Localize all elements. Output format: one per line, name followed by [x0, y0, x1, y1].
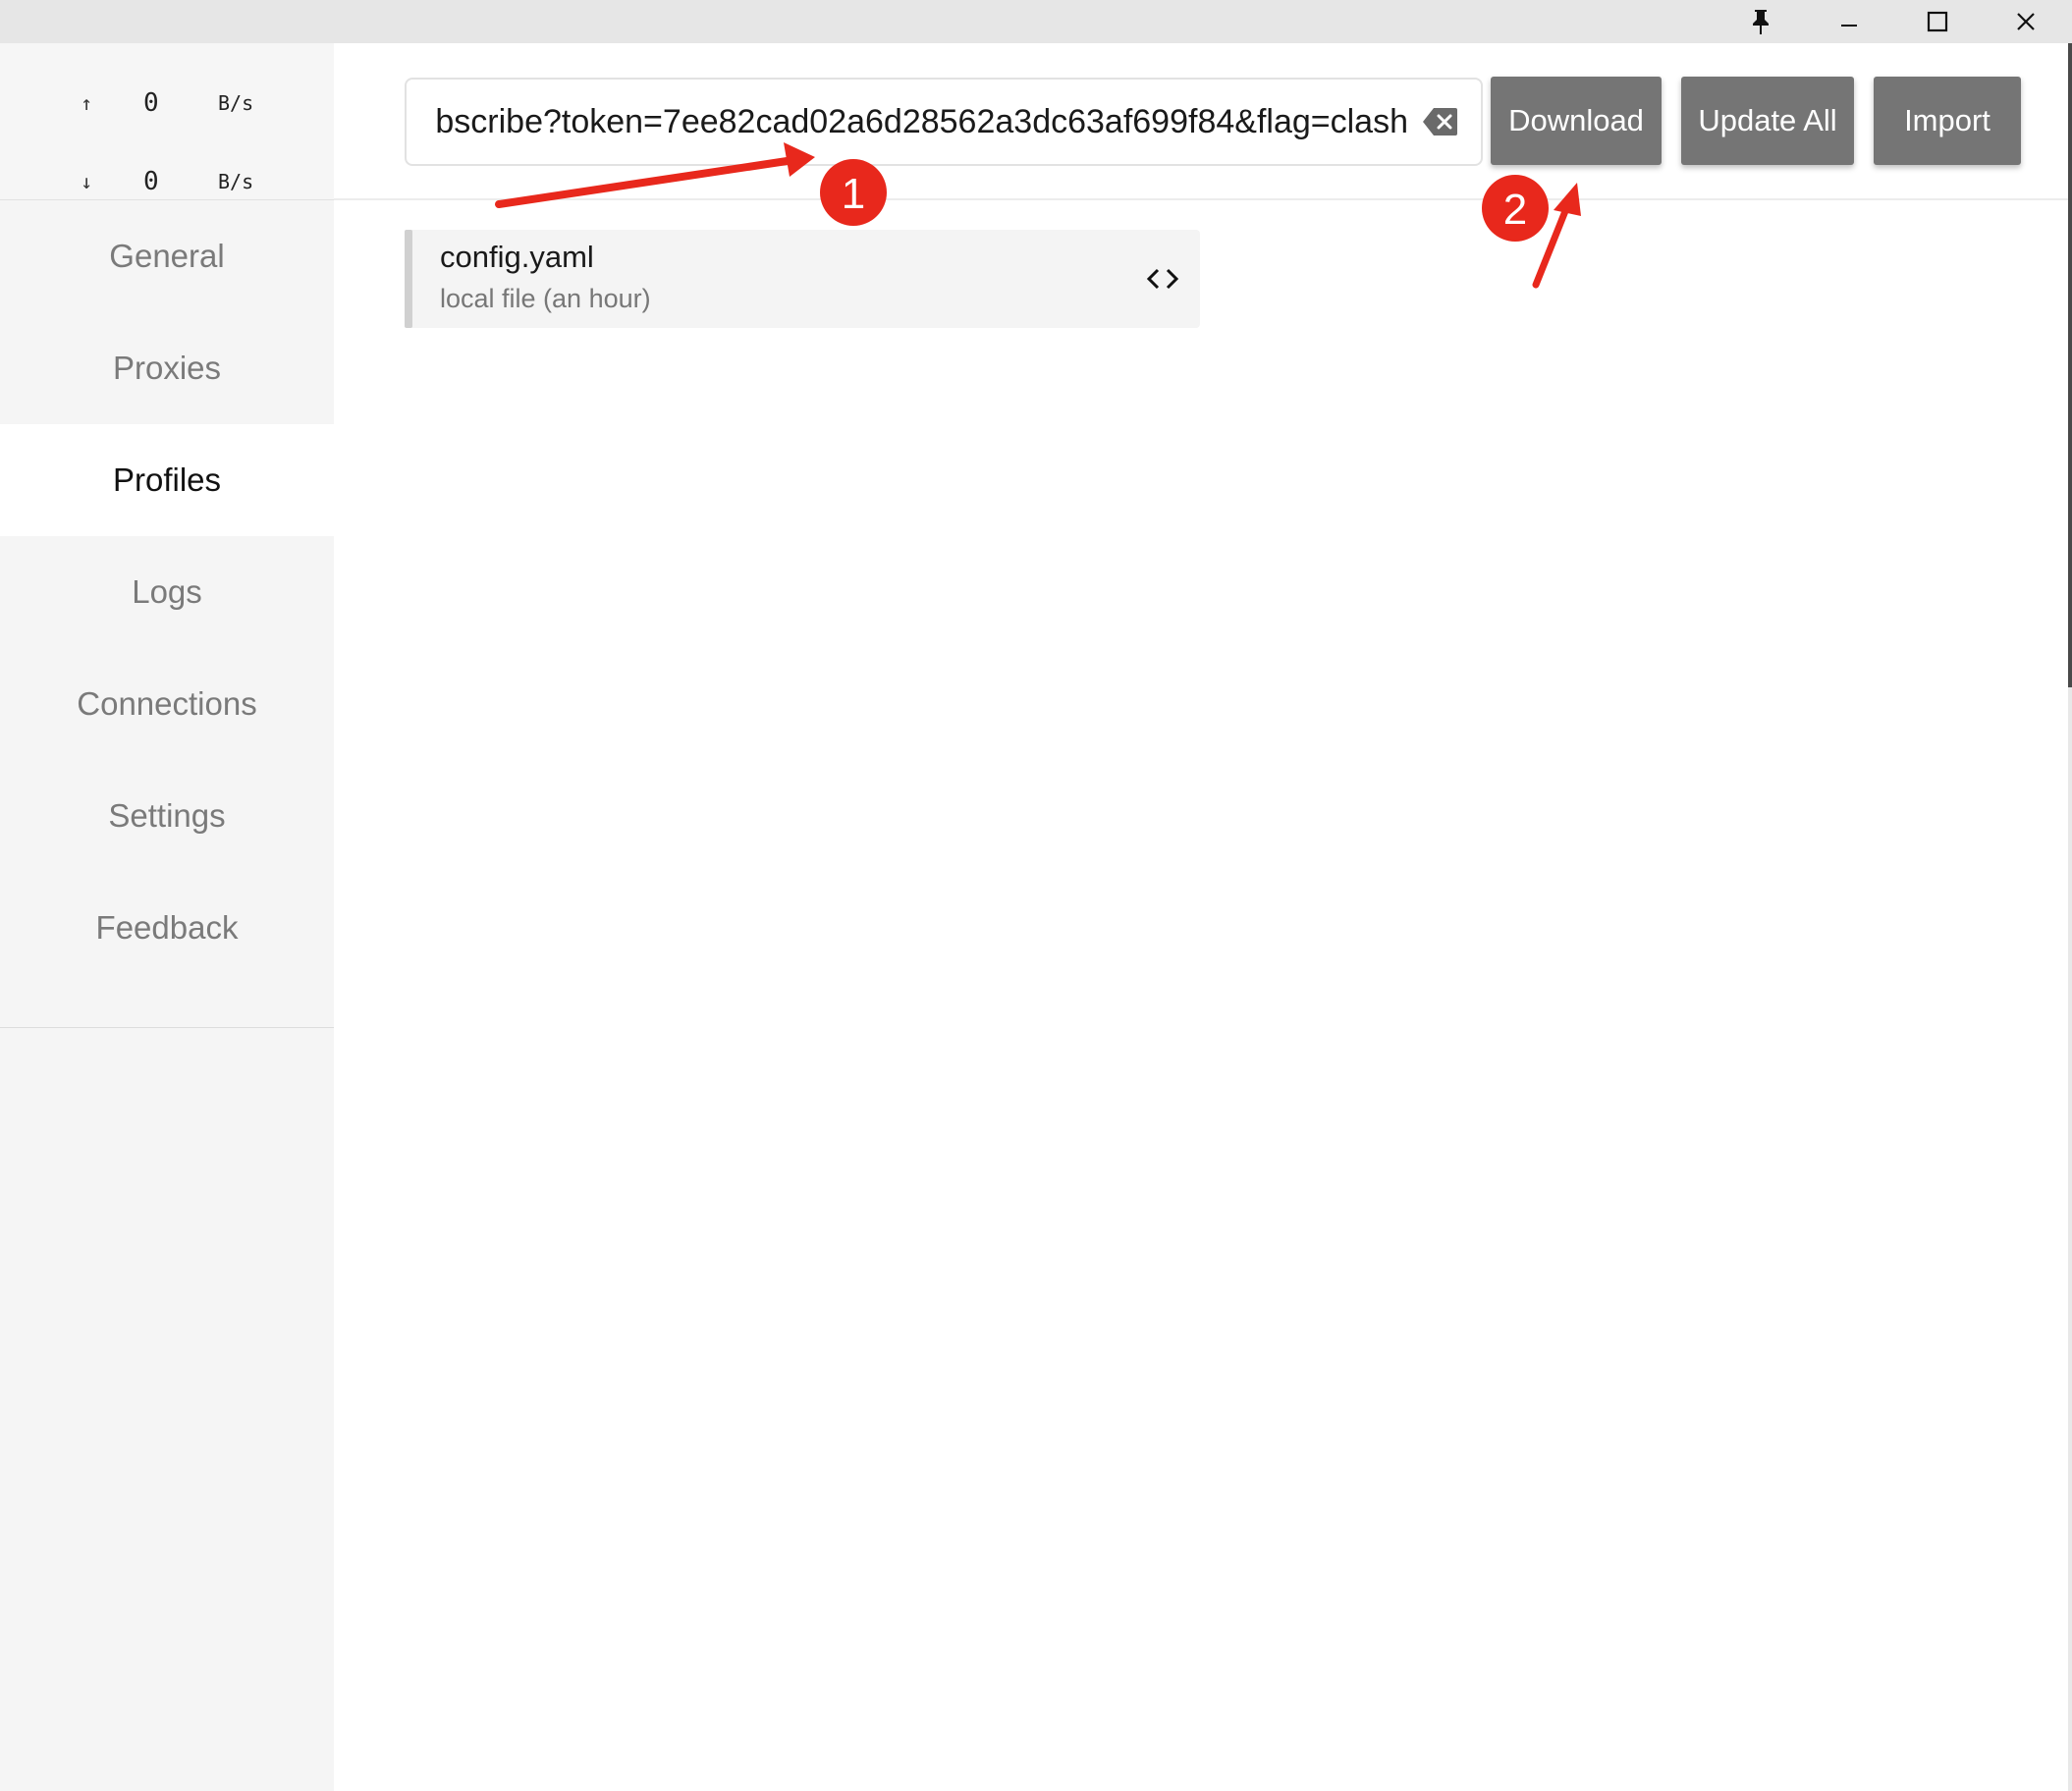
download-speed-unit: B/s [218, 170, 254, 193]
sidebar-item-general[interactable]: General [0, 200, 334, 312]
upload-speed-unit: B/s [218, 91, 254, 115]
sidebar-item-profiles[interactable]: Profiles [0, 424, 334, 536]
title-bar [0, 0, 2072, 43]
maximize-icon[interactable] [1893, 0, 1982, 43]
download-arrow-icon: ↓ [80, 170, 93, 193]
sidebar-item-label: Connections [77, 685, 257, 722]
profile-card[interactable]: config.yaml local file (an hour) [405, 230, 1200, 328]
sidebar-divider [0, 1027, 334, 1028]
update-all-button[interactable]: Update All [1681, 77, 1854, 165]
code-icon[interactable] [1143, 259, 1182, 298]
header-divider [334, 198, 2072, 200]
sidebar-item-label: Feedback [95, 909, 239, 946]
profile-selection-bar [405, 230, 412, 328]
download-speed-value: 0 [143, 167, 159, 196]
sidebar-item-settings[interactable]: Settings [0, 760, 334, 872]
traffic-monitor: ↑ 0 B/s ↓ 0 B/s [0, 43, 334, 200]
backspace-clear-icon[interactable] [1422, 106, 1459, 137]
sidebar-item-logs[interactable]: Logs [0, 536, 334, 648]
sidebar-item-label: Profiles [112, 461, 222, 498]
upload-speed-row: ↑ 0 B/s [0, 83, 334, 123]
sidebar: ↑ 0 B/s ↓ 0 B/s General Proxies Profiles… [0, 43, 334, 1791]
download-button[interactable]: Download [1491, 77, 1662, 165]
profiles-page: bscribe?token=7ee82cad02a6d28562a3dc63af… [334, 43, 2072, 1791]
sidebar-item-label: General [109, 238, 225, 274]
sidebar-item-feedback[interactable]: Feedback [0, 872, 334, 984]
sidebar-item-label: Settings [108, 797, 226, 834]
subscription-url-input[interactable]: bscribe?token=7ee82cad02a6d28562a3dc63af… [405, 78, 1483, 166]
profile-subtitle: local file (an hour) [440, 284, 651, 313]
download-speed-row: ↓ 0 B/s [0, 162, 334, 201]
sidebar-item-connections[interactable]: Connections [0, 648, 334, 760]
scrollbar-thumb[interactable] [2068, 43, 2072, 687]
pin-icon[interactable] [1717, 0, 1805, 43]
import-button[interactable]: Import [1874, 77, 2021, 165]
upload-arrow-icon: ↑ [80, 91, 93, 115]
subscription-url-value[interactable]: bscribe?token=7ee82cad02a6d28562a3dc63af… [422, 80, 1408, 164]
sidebar-nav: General Proxies Profiles Logs Connection… [0, 200, 334, 984]
upload-speed-value: 0 [143, 88, 159, 118]
sidebar-item-label: Proxies [112, 350, 222, 386]
profile-name: config.yaml [440, 240, 594, 274]
minimize-icon[interactable] [1805, 0, 1893, 43]
sidebar-item-proxies[interactable]: Proxies [0, 312, 334, 424]
close-icon[interactable] [1982, 0, 2070, 43]
sidebar-item-label: Logs [132, 573, 202, 610]
